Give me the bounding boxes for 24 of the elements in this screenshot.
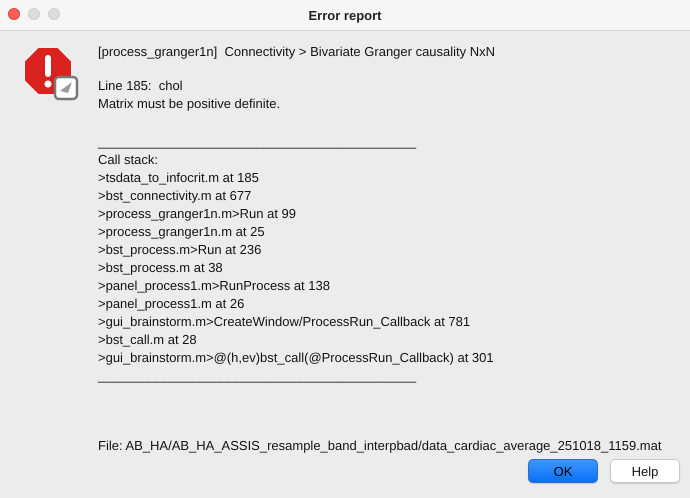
- close-button[interactable]: [8, 8, 20, 20]
- error-message: Matrix must be positive definite.: [98, 95, 282, 113]
- stack-entry: >process_granger1n.m at 25: [98, 223, 266, 241]
- window-title: Error report: [308, 8, 382, 22]
- call-stack-label: Call stack:: [98, 151, 159, 169]
- stack-entry: >bst_process.m>Run at 236: [98, 241, 262, 259]
- process-heading: [process_granger1n] Connectivity > Bivariate Granger causality NxN: [98, 43, 496, 61]
- stack-entry: >tsdata_to_infocrit.m at 185: [98, 169, 260, 187]
- stack-entry: >panel_process1.m>RunProcess at 138: [98, 277, 331, 295]
- stack-entry: >bst_process.m at 38: [98, 259, 224, 277]
- stack-entry: >gui_brainstorm.m>@(h,ev)bst_call(@ProcessRun_Callback) at 301: [98, 349, 495, 367]
- ok-button[interactable]: OK: [528, 459, 598, 483]
- separator-text: ____________________________________________: [98, 133, 418, 151]
- stack-entry: >bst_connectivity.m at 677: [98, 187, 252, 205]
- stack-entry: >panel_process1.m at 26: [98, 295, 246, 313]
- error-message: Line 185: chol: [98, 77, 184, 95]
- minimize-button[interactable]: [28, 8, 40, 20]
- help-button[interactable]: Help: [610, 459, 680, 483]
- stack-entry: >process_granger1n.m>Run at 99: [98, 205, 298, 223]
- zoom-button[interactable]: [48, 8, 60, 20]
- separator-text: ____________________________________________: [98, 367, 418, 385]
- file-path: File: AB_HA/AB_HA_ASSIS_resample_band_interpbad/data_cardiac_average_251018_1159.mat: [98, 437, 662, 455]
- stack-entry: >gui_brainstorm.m>CreateWindow/ProcessRun_Callback at 781: [98, 313, 472, 331]
- stack-entry: >bst_call.m at 28: [98, 331, 198, 349]
